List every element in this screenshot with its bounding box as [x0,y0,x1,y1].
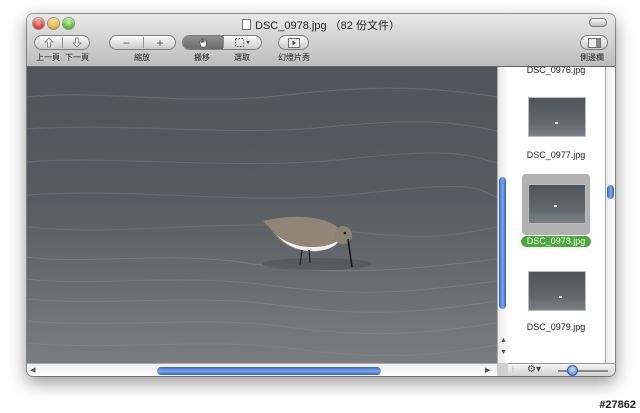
down-arrow-icon [71,37,82,48]
prev-next-control [34,35,90,50]
preview-window: DSC_0978.jpg （82 份文件） 上一頁 下一頁 − + 縮放 搬移 … [27,14,615,376]
play-icon [287,37,300,48]
gear-icon[interactable]: ⚙▾ [527,364,541,375]
sidebar-button[interactable] [580,35,608,50]
sidebar-button-inner [581,36,607,49]
select-tool-label: 選取 [234,53,250,62]
thumbnail-size-slider-knob[interactable] [567,365,578,376]
zoom-control: − + [109,35,176,50]
thumbnail-sidebar: DSC_0976.jpg DSC_0977.jpg DSC_0978.jpg D… [508,65,615,363]
main-vertical-scroll-thumb[interactable] [499,177,506,309]
document-icon [242,19,252,30]
main-horizontal-scroll-thumb[interactable] [157,367,381,375]
move-tool-label: 搬移 [194,53,210,62]
previous-page-label: 上一頁 [36,53,60,62]
sidebar-label: 側邊欄 [580,53,604,62]
next-page-button[interactable] [63,36,90,49]
thumbnail-size-slider[interactable] [558,370,608,372]
thumbnail-label-4[interactable]: DSC_0979.jpg [508,322,604,332]
slideshow-label: 幻燈片秀 [278,53,310,62]
scroll-left-arrow[interactable]: ◀ [30,366,35,374]
select-tool-button[interactable] [224,36,262,49]
slideshow-button-inner [279,36,308,49]
thumbnail-4[interactable] [528,271,586,311]
toolbar: DSC_0978.jpg （82 份文件） 上一頁 下一頁 − + 縮放 搬移 … [27,14,615,67]
window-title: DSC_0978.jpg （82 份文件） [27,17,615,33]
main-horizontal-scrollbar[interactable]: ◀ ▶ [27,363,497,376]
thumbnail-label-3-selected[interactable]: DSC_0978.jpg [521,236,591,247]
hand-icon [199,38,206,48]
thumbnail-label-1[interactable]: DSC_0976.jpg [508,65,604,75]
title-filename: DSC_0978.jpg [255,20,327,32]
scroll-up-arrow[interactable]: ▲ [500,337,507,344]
title-file-count: （82 份文件） [329,20,400,32]
thumbnail-label-2[interactable]: DSC_0977.jpg [508,150,604,160]
sidebar-footer: ⦙ ⚙▾ [508,363,615,376]
next-page-label: 下一頁 [65,53,89,62]
main-vertical-scrollbar[interactable]: ▲ ▼ [497,67,508,363]
thumbnail-3-selected[interactable] [528,184,586,224]
sidebar-scroll-thumb[interactable] [607,185,614,199]
photo-image [27,67,497,363]
marquee-select-icon [235,38,250,47]
scroll-right-arrow[interactable]: ▶ [485,366,490,374]
watermark-text: #27862 [599,399,636,411]
sidebar-scrollbar[interactable] [605,67,615,363]
zoom-label: 縮放 [134,53,150,62]
zoom-in-button[interactable]: + [144,36,176,50]
up-arrow-icon [43,37,54,48]
move-tool-button[interactable] [183,36,223,49]
tool-mode-control [182,35,262,50]
sidebar-icon [587,37,601,48]
previous-page-button[interactable] [35,36,62,49]
slideshow-button[interactable] [278,35,309,50]
resize-grip-icon[interactable]: ⦙ [512,365,514,375]
thumbnail-2[interactable] [528,97,586,137]
zoom-out-button[interactable]: − [110,36,143,50]
photo-view[interactable] [27,67,497,363]
scroll-down-arrow[interactable]: ▼ [500,349,507,356]
toolbar-toggle-button[interactable] [589,18,607,27]
